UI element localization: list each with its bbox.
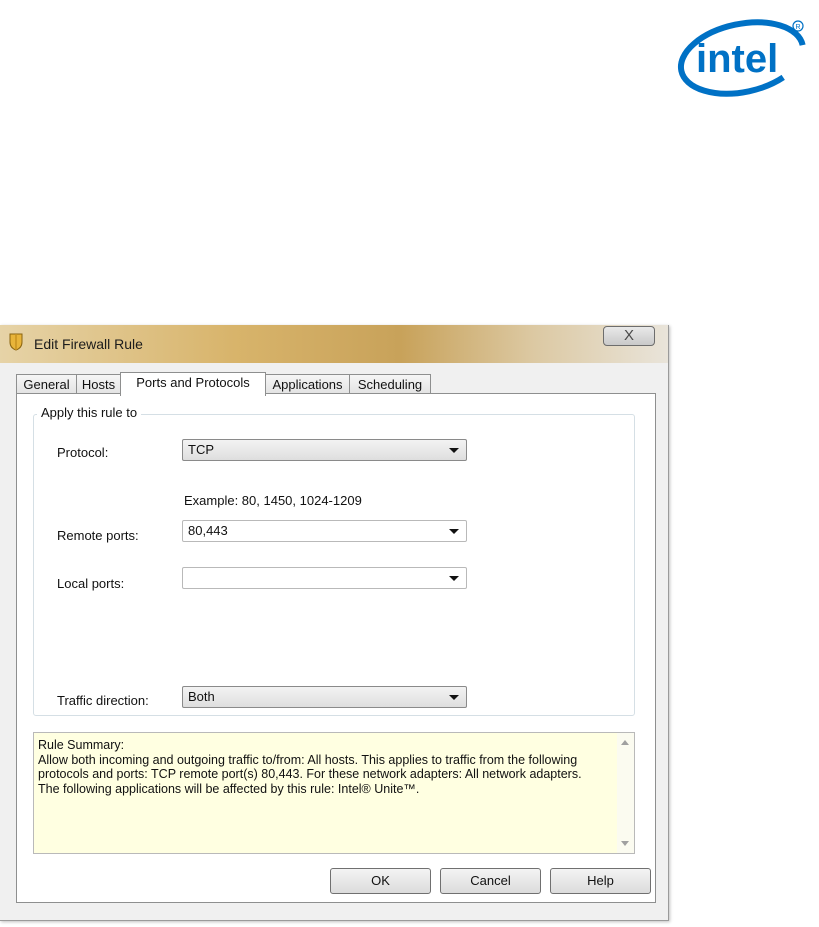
cancel-button[interactable]: Cancel	[440, 868, 541, 894]
ports-example-text: Example: 80, 1450, 1024-1209	[184, 493, 362, 508]
traffic-direction-dropdown[interactable]: Both	[182, 686, 467, 708]
scroll-down-icon[interactable]	[621, 841, 629, 846]
intel-logo-text: intel	[696, 37, 778, 81]
protocol-label: Protocol:	[57, 445, 109, 460]
svg-text:R: R	[796, 24, 801, 31]
shield-icon	[9, 333, 23, 351]
dialog-body: General Hosts Ports and Protocols Applic…	[6, 363, 662, 913]
protocol-dropdown[interactable]: TCP	[182, 439, 467, 461]
rule-summary-box[interactable]: Rule Summary: Allow both incoming and ou…	[33, 732, 635, 854]
group-legend: Apply this rule to	[37, 405, 142, 420]
local-ports-combobox[interactable]	[182, 567, 467, 589]
traffic-direction-label: Traffic direction:	[57, 693, 149, 708]
tab-scheduling[interactable]: Scheduling	[349, 374, 431, 393]
summary-scrollbar[interactable]	[617, 733, 634, 853]
summary-heading: Rule Summary:	[38, 738, 125, 752]
window-title: Edit Firewall Rule	[34, 336, 143, 352]
tab-hosts[interactable]: Hosts	[76, 374, 121, 393]
intel-logo: intel R	[677, 19, 807, 97]
summary-line-2: The following applications will be affec…	[38, 781, 420, 796]
tab-ports-and-protocols[interactable]: Ports and Protocols	[120, 372, 266, 396]
help-button[interactable]: Help	[550, 868, 651, 894]
protocol-value: TCP	[188, 442, 214, 457]
tab-applications[interactable]: Applications	[265, 374, 350, 393]
remote-ports-value: 80,443	[188, 523, 228, 538]
chevron-down-icon	[449, 576, 459, 581]
edit-firewall-rule-dialog: Edit Firewall Rule X General Hosts Ports…	[0, 325, 669, 921]
close-button[interactable]: X	[603, 326, 655, 346]
summary-line-1: Allow both incoming and outgoing traffic…	[38, 752, 582, 782]
scroll-up-icon[interactable]	[621, 740, 629, 745]
rule-summary-text: Rule Summary: Allow both incoming and ou…	[38, 738, 610, 796]
screen: intel R Edit Firewall Rule X General Hos…	[0, 0, 819, 927]
remote-ports-label: Remote ports:	[57, 528, 139, 543]
remote-ports-combobox[interactable]: 80,443	[182, 520, 467, 542]
tab-general[interactable]: General	[16, 374, 77, 393]
tab-panel-ports-and-protocols: Apply this rule to Protocol: TCP Example…	[16, 393, 656, 903]
close-icon: X	[623, 327, 634, 344]
title-bar[interactable]: Edit Firewall Rule X	[0, 325, 668, 363]
ok-button[interactable]: OK	[330, 868, 431, 894]
chevron-down-icon	[449, 695, 459, 700]
chevron-down-icon	[449, 448, 459, 453]
chevron-down-icon	[449, 529, 459, 534]
local-ports-label: Local ports:	[57, 576, 125, 591]
traffic-direction-value: Both	[188, 689, 215, 704]
